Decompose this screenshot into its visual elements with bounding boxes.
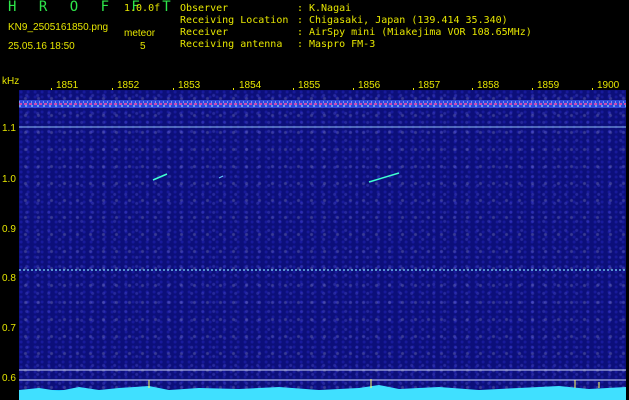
y-tick-label: 1.0 xyxy=(2,174,16,185)
info-colon: : xyxy=(297,27,304,38)
y-tick-label: 1.1 xyxy=(2,123,16,134)
spectrogram xyxy=(19,90,626,400)
y-tick-label: 0.7 xyxy=(2,323,16,334)
info-colon: : xyxy=(297,3,304,14)
noise-floor-edge xyxy=(19,385,626,400)
info-colon: : xyxy=(297,15,304,26)
info-row: Receiver : AirSpy mini (Miakejima VOR 10… xyxy=(0,27,629,38)
y-axis-unit: kHz xyxy=(2,76,20,87)
y-tick-label: 0.8 xyxy=(2,273,16,284)
info-colon: : xyxy=(297,39,304,50)
info-row: Receiving Location : Chigasaki, Japan (1… xyxy=(0,15,629,26)
y-tick-label: 0.9 xyxy=(2,224,16,235)
meteor-echo xyxy=(152,173,168,181)
info-value: AirSpy mini (Miakejima VOR 108.65MHz) xyxy=(309,27,532,38)
info-key: Receiver xyxy=(180,27,229,38)
info-key: Receiving antenna xyxy=(180,39,283,50)
info-value: K.Nagai xyxy=(309,3,352,14)
info-key: Observer xyxy=(180,3,229,14)
info-row: Receiving antenna : Maspro FM-3 xyxy=(0,39,629,50)
meteor-echo xyxy=(218,175,224,179)
info-value: Chigasaki, Japan (139.414 35.340) xyxy=(309,15,508,26)
info-row: Observer : K.Nagai xyxy=(0,3,629,14)
info-value: Maspro FM-3 xyxy=(309,39,376,50)
y-tick-label: 0.6 xyxy=(2,373,16,384)
header: H R O F F T 1.0.0f KN9_2505161850.png me… xyxy=(0,0,629,72)
info-key: Receiving Location xyxy=(180,15,289,26)
meteor-echo xyxy=(368,172,400,183)
spectrogram-overlay xyxy=(19,100,626,400)
